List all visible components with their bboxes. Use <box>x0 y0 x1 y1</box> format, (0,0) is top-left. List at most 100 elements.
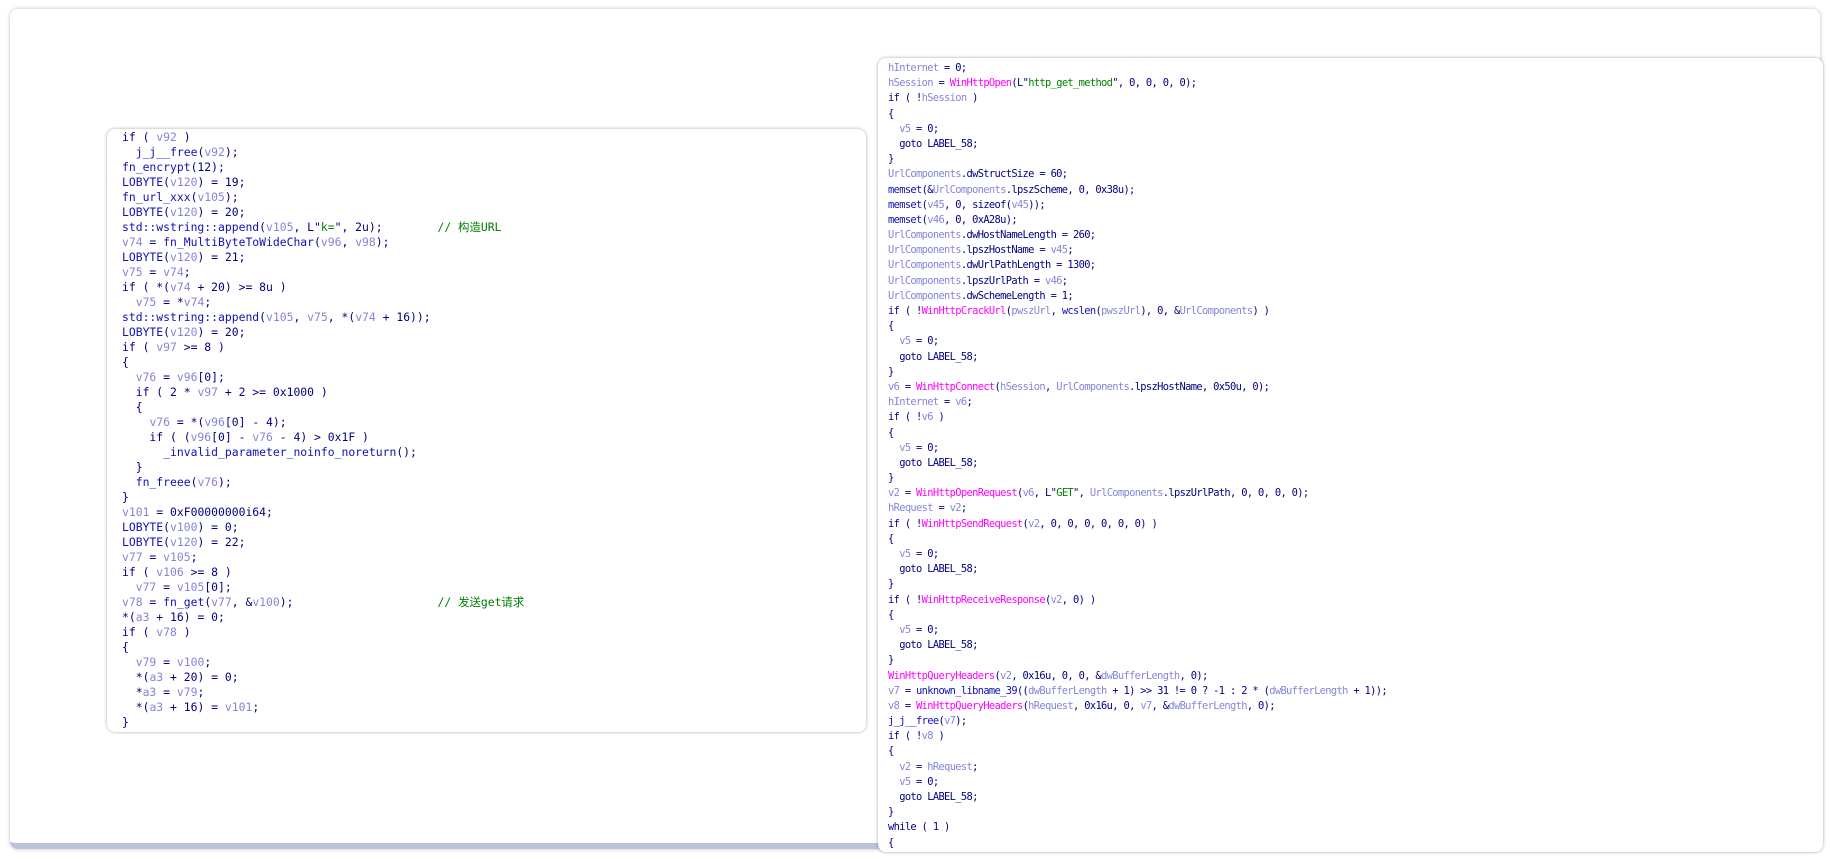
code-line: hSession = WinHttpOpen(L"http_get_method… <box>888 76 1387 91</box>
code-text: , 0, 0, 0, 0, 0, 0) ) <box>1039 517 1158 530</box>
function-name: LOBYTE <box>122 175 164 189</box>
variable-name: v76 <box>252 430 273 444</box>
code-line: goto LABEL_58; <box>888 456 1387 471</box>
code-line: v74 = fn_MultiByteToWideChar(v96, v98); <box>122 235 524 250</box>
variable-name: v101 <box>122 505 150 519</box>
code-text: , <box>1050 305 1062 317</box>
code-line: v78 = fn_get(v77, &v100); // 发送get请求 <box>122 595 524 610</box>
variable-name: v74 <box>183 295 205 309</box>
code-comment: // 发送get请求 <box>437 595 525 609</box>
screenshot-frame: if ( v92 ) j_j__free(v92); fn_encrypt(12)… <box>10 9 1823 852</box>
variable-name: a3 <box>142 685 157 699</box>
code-line: LOBYTE(v120) = 22; <box>122 535 524 550</box>
code-text: *( <box>122 700 150 714</box>
code-text: goto LABEL_58; <box>888 639 978 652</box>
function-name: LOBYTE <box>122 535 164 549</box>
code-text: goto LABEL_58; <box>888 791 978 803</box>
code-text: } <box>122 490 129 504</box>
code-text: = 0; <box>910 122 939 135</box>
function-name: LOBYTE <box>122 250 164 264</box>
decompiled-code-panel-right: hInternet = 0; hSession = WinHttpOpen(L"h… <box>878 58 1823 852</box>
code-line: if ( !hSession ) <box>888 91 1387 106</box>
variable-name: v74 <box>122 235 143 249</box>
code-line: if ( v97 >= 8 ) <box>122 340 524 355</box>
code-line: UrlComponents.dwUrlPathLength = 1300; <box>888 258 1387 273</box>
variable-name: v105 <box>197 190 225 204</box>
code-text: (12); <box>190 160 225 174</box>
code-text: = <box>142 595 164 609</box>
variable-name: v101 <box>224 700 253 714</box>
code-text: .dwUrlPathLength = 1300; <box>960 259 1096 272</box>
code-text: , L" <box>1033 487 1057 500</box>
code-text: ); <box>375 235 390 249</box>
code-text: { <box>888 107 894 120</box>
code-line: goto LABEL_58; <box>888 638 1387 653</box>
code-text: (& <box>921 183 934 196</box>
code-line: } <box>888 365 1387 380</box>
code-text: ( <box>259 220 267 234</box>
variable-name: dwBufferLength <box>1168 699 1247 712</box>
variable-name: hRequest <box>1028 699 1074 712</box>
code-text: ), 0, & <box>1140 305 1180 317</box>
code-line: LOBYTE(v120) = 19; <box>122 175 524 190</box>
variable-name: v96 <box>190 430 212 444</box>
code-text: ) = 20; <box>197 205 246 219</box>
code-line: if ( !WinHttpSendRequest(v2, 0, 0, 0, 0,… <box>888 517 1387 532</box>
variable-name: hSession <box>888 77 934 90</box>
code-text: ; <box>183 265 191 279</box>
code-line: j_j__free(v7); <box>888 714 1387 729</box>
variable-name: UrlComponents <box>1089 487 1164 500</box>
function-name: memset <box>888 183 922 196</box>
code-text: >= 8 ) <box>183 565 232 579</box>
code-line: v2 = WinHttpOpenRequest(v6, L"GET", UrlC… <box>888 486 1387 501</box>
variable-name: v5 <box>899 335 911 348</box>
code-text: } <box>122 715 129 729</box>
variable-name: v106 <box>156 565 184 579</box>
code-text: ; <box>197 685 205 699</box>
code-text: = <box>899 487 917 500</box>
code-text: ; <box>966 396 973 409</box>
variable-name: v7 <box>1140 699 1152 712</box>
variable-name: v74 <box>170 280 191 294</box>
code-line: { <box>122 640 524 655</box>
code-text: >= 8 ) <box>176 340 225 354</box>
code-text: ( <box>314 235 321 249</box>
code-text: , & <box>1151 699 1169 712</box>
code-text: + 2 >= 0x1000 ) <box>218 385 328 399</box>
function-name: fn_freee <box>135 475 191 489</box>
code-line: if ( !v8 ) <box>888 729 1387 744</box>
code-text: ); <box>224 145 239 159</box>
code-text: = <box>156 370 177 384</box>
code-line: goto LABEL_58; <box>888 137 1387 152</box>
code-text: ; <box>960 502 967 515</box>
code-line: v5 = 0; <box>888 547 1387 562</box>
code-text: } <box>888 654 894 667</box>
variable-name: UrlComponents <box>888 244 962 257</box>
function-name: std::wstring::append <box>122 220 260 234</box>
code-text: , & <box>231 595 253 609</box>
code-line: v5 = 0; <box>888 334 1387 349</box>
string-literal: GET <box>1056 487 1074 500</box>
code-line: UrlComponents.dwStructSize = 60; <box>888 167 1387 182</box>
variable-name: v2 <box>1000 669 1012 682</box>
code-text: = 0; <box>910 548 939 560</box>
code-text: ( <box>163 520 171 534</box>
code-line: v2 = hRequest; <box>888 851 1387 853</box>
code-text: ", <box>1073 487 1090 500</box>
code-text: (); <box>396 445 417 459</box>
code-text: ; <box>204 655 212 669</box>
code-text: + 20) = 0; <box>163 670 239 684</box>
code-line: if ( v106 >= 8 ) <box>122 565 524 580</box>
variable-name: v105 <box>163 550 191 564</box>
code-text: = 0; <box>910 623 939 636</box>
code-line: v76 = v96[0]; <box>122 370 524 385</box>
variable-name: v7 <box>888 684 900 697</box>
code-line: { <box>122 355 524 370</box>
api-call: WinHttpConnect <box>916 380 995 393</box>
code-text: ); <box>279 595 438 609</box>
api-call: WinHttpOpenRequest <box>916 487 1018 500</box>
variable-name: v8 <box>921 730 934 743</box>
